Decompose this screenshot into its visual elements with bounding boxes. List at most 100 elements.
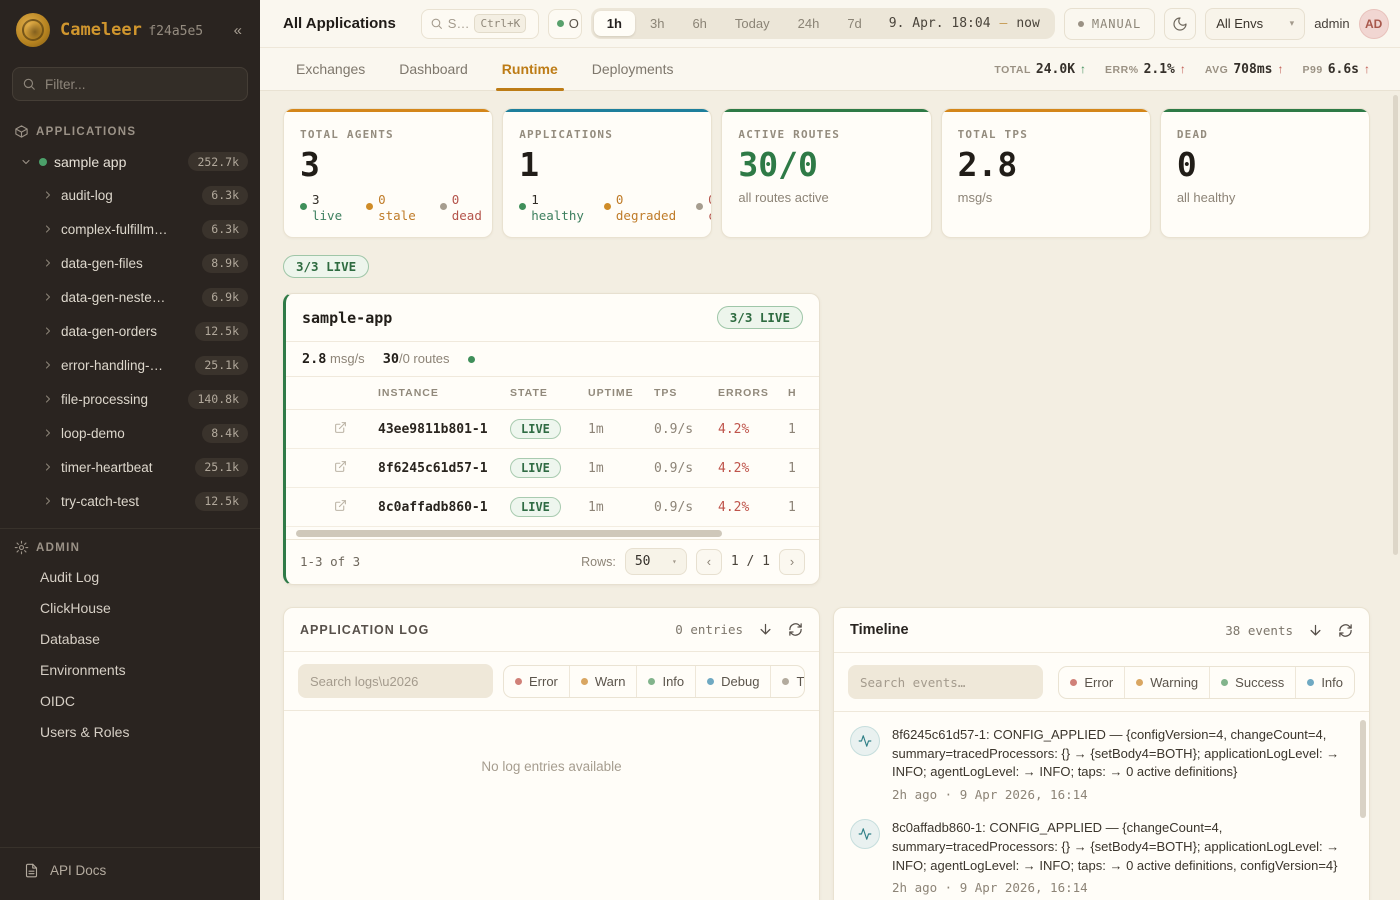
filter-chip-info[interactable]: Info (1295, 667, 1354, 698)
scrollbar-thumb[interactable] (296, 530, 722, 537)
sidebar-item-loop-demo[interactable]: loop-demo8.4k (0, 416, 260, 450)
events-search-input[interactable] (848, 665, 1043, 699)
chevron-right-icon[interactable] (42, 427, 54, 439)
tab-deployments[interactable]: Deployments (592, 48, 674, 90)
date-range-display[interactable]: 9. Apr. 18:04 — now (877, 16, 1052, 31)
card-total-agents: TOTAL AGENTS 3 3live 0stale 0dead (283, 108, 493, 238)
range-7d-button[interactable]: 7d (834, 11, 874, 36)
theme-toggle-button[interactable] (1164, 8, 1196, 40)
range-1h-button[interactable]: 1h (594, 11, 635, 36)
stat-avg: AVG708ms↑ (1205, 62, 1284, 77)
divider (0, 528, 260, 529)
sidebar-item-clickhouse[interactable]: ClickHouse (0, 592, 260, 623)
timeline-event[interactable]: 8c0affadb860-1: CONFIG_APPLIED — {change… (850, 819, 1351, 895)
chevron-right-icon[interactable] (42, 461, 54, 473)
tab-runtime[interactable]: Runtime (502, 48, 558, 90)
info-dot (1307, 679, 1314, 686)
connection-status-pill[interactable]: O (548, 9, 582, 39)
tree-item-label: audit-log (61, 188, 113, 203)
range-6h-button[interactable]: 6h (679, 11, 719, 36)
global-search[interactable]: S… Ctrl+K (421, 9, 539, 39)
table-row[interactable]: 8c0affadb860-1 LIVE 1m 0.9/s 4.2% 1 (286, 488, 819, 527)
filter-chip-trace[interactable]: Trace (770, 666, 805, 697)
tab-exchanges[interactable]: Exchanges (296, 48, 365, 90)
range-3h-button[interactable]: 3h (637, 11, 677, 36)
filter-chip-info[interactable]: Info (636, 666, 695, 697)
state-badge: LIVE (510, 458, 561, 478)
main-scrollbar-thumb[interactable] (1393, 95, 1398, 555)
username-label: admin (1314, 16, 1349, 31)
sidebar-item-users-roles[interactable]: Users & Roles (0, 716, 260, 747)
brand-title: Cameleer (60, 20, 142, 40)
trend-up-icon: ↑ (1080, 62, 1086, 76)
horizontal-scrollbar[interactable] (296, 530, 809, 537)
sidebar-item-error-handling[interactable]: error-handling-…25.1k (0, 348, 260, 382)
table-row[interactable]: 8f6245c61d57-1 LIVE 1m 0.9/s 4.2% 1 (286, 449, 819, 488)
sidebar-item-audit-log[interactable]: audit-log6.3k (0, 178, 260, 212)
manual-refresh-button[interactable]: MANUAL (1064, 8, 1155, 40)
sidebar-filter-input[interactable] (12, 67, 248, 101)
filter-chip-error[interactable]: Error (1059, 667, 1124, 698)
sidebar-item-data-gen-nested[interactable]: data-gen-neste…6.9k (0, 280, 260, 314)
timeline-event[interactable]: 8f6245c61d57-1: CONFIG_APPLIED — {config… (850, 726, 1351, 802)
chevron-right-icon[interactable] (42, 495, 54, 507)
filter-chip-warn[interactable]: Warn (569, 666, 637, 697)
chevron-right-icon[interactable] (42, 291, 54, 303)
status-badge: 3/3 LIVE (717, 306, 803, 329)
header-stats: TOTAL24.0K↑ ERR%2.1%↑ AVG708ms↑ P996.6s↑ (994, 48, 1370, 90)
chevron-right-icon[interactable] (42, 325, 54, 337)
filter-chip-debug[interactable]: Debug (695, 666, 770, 697)
sidebar-item-timer-heartbeat[interactable]: timer-heartbeat25.1k (0, 450, 260, 484)
events-list: 8f6245c61d57-1: CONFIG_APPLIED — {config… (834, 712, 1369, 900)
chevron-right-icon[interactable] (42, 189, 54, 201)
sidebar-item-environments[interactable]: Environments (0, 654, 260, 685)
refresh-button[interactable] (788, 622, 803, 637)
chevron-right-icon[interactable] (42, 393, 54, 405)
filter-chip-success[interactable]: Success (1209, 667, 1295, 698)
tab-dashboard[interactable]: Dashboard (399, 48, 468, 90)
chevron-down-icon[interactable] (20, 156, 32, 168)
filter-chip-error[interactable]: Error (504, 666, 569, 697)
external-link-icon[interactable] (334, 499, 347, 512)
log-search-input[interactable] (298, 664, 493, 698)
sidebar-item-file-processing[interactable]: file-processing140.8k (0, 382, 260, 416)
download-button[interactable] (1308, 623, 1323, 638)
sidebar-item-database[interactable]: Database (0, 623, 260, 654)
chevron-right-icon[interactable] (42, 223, 54, 235)
event-type-filters: Error Warning Success Info (1058, 666, 1355, 699)
sidebar-item-data-gen-orders[interactable]: data-gen-orders12.5k (0, 314, 260, 348)
chevron-right-icon[interactable] (42, 359, 54, 371)
sidebar-item-sample-app[interactable]: sample app 252.7k (0, 145, 260, 178)
api-docs-link[interactable]: API Docs (0, 847, 260, 900)
range-24h-button[interactable]: 24h (785, 11, 833, 36)
substat-live: 3live (300, 192, 342, 225)
substat-stale: 0stale (366, 192, 416, 225)
sidebar-item-complex-fulfillment[interactable]: complex-fulfillm…6.3k (0, 212, 260, 246)
environment-select[interactable]: All Envs ▾ (1205, 8, 1305, 40)
sidebar-collapse-icon[interactable]: « (230, 20, 246, 41)
tree-item-label: timer-heartbeat (61, 460, 153, 475)
chevron-right-icon[interactable] (42, 257, 54, 269)
tree-item-label: data-gen-files (61, 256, 143, 271)
sidebar-item-oidc[interactable]: OIDC (0, 685, 260, 716)
brand-version: f24a5e5 (148, 24, 203, 39)
rows-per-page-select[interactable]: 50 ▾ (625, 548, 687, 575)
gray-dot (440, 203, 447, 210)
trend-up-icon: ↑ (1278, 62, 1284, 76)
sidebar-item-data-gen-files[interactable]: data-gen-files8.9k (0, 246, 260, 280)
search-icon (430, 17, 443, 30)
filter-chip-warning[interactable]: Warning (1124, 667, 1209, 698)
external-link-icon[interactable] (334, 460, 347, 473)
vertical-scrollbar-thumb[interactable] (1360, 720, 1366, 818)
range-today-button[interactable]: Today (722, 11, 783, 36)
sidebar-item-try-catch-test[interactable]: try-catch-test12.5k (0, 484, 260, 518)
table-row[interactable]: 43ee9811b801-1 LIVE 1m 0.9/s 4.2% 1 (286, 410, 819, 449)
refresh-button[interactable] (1338, 623, 1353, 638)
chevron-down-icon: ▾ (1290, 18, 1295, 29)
avatar[interactable]: AD (1359, 9, 1389, 39)
external-link-icon[interactable] (334, 421, 347, 434)
next-page-button[interactable]: › (779, 549, 805, 575)
download-button[interactable] (758, 622, 773, 637)
sidebar-item-audit-log-admin[interactable]: Audit Log (0, 561, 260, 592)
prev-page-button[interactable]: ‹ (696, 549, 722, 575)
